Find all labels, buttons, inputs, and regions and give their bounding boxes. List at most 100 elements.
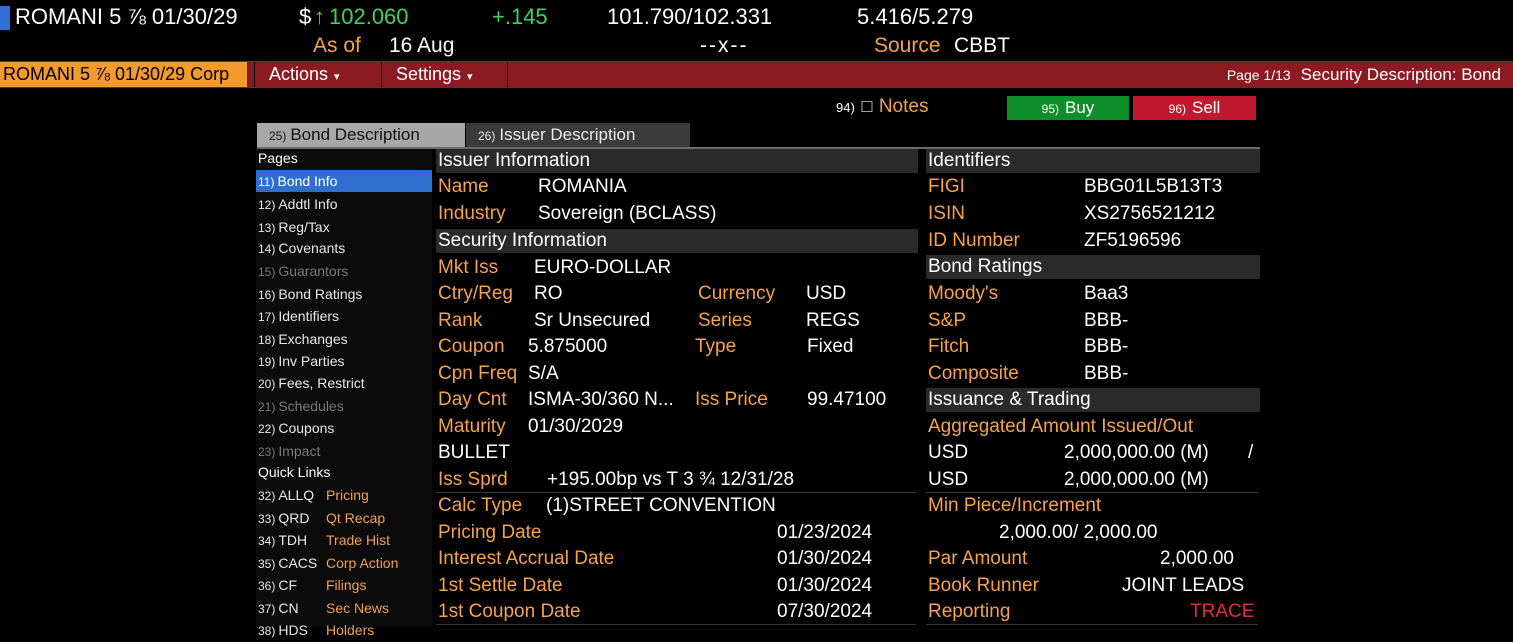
quick-link-cacs[interactable]: 35) CACS Corp Action: [256, 552, 434, 574]
interest-accrual-label: Interest Accrual Date: [438, 548, 615, 569]
sidebar-item-schedules[interactable]: 21) Schedules: [256, 395, 432, 417]
buy-button[interactable]: 95) Buy: [1007, 96, 1129, 120]
cpn-freq-value: S/A: [528, 363, 559, 384]
quick-link-cn[interactable]: 37) CN Sec News: [256, 597, 434, 619]
outstanding-currency: USD: [928, 469, 969, 490]
tab-issuer-description[interactable]: 26) Issuer Description: [466, 123, 690, 147]
sp-label[interactable]: S&P: [928, 309, 966, 333]
composite-value: BBB-: [1084, 363, 1129, 384]
sidebar-item-reg-tax[interactable]: 13) Reg/Tax: [256, 216, 432, 238]
id-number-label: ID Number: [928, 230, 1020, 251]
sidebar: Pages 11) Bond Info 12) Addtl Info 13) Reg/…: [256, 149, 434, 638]
item-label: Bond Info: [277, 173, 338, 189]
issued-currency: USD: [928, 442, 969, 463]
link-label: Qt Recap: [326, 510, 386, 526]
issuance-trading-header: Issuance & Trading: [926, 388, 1260, 412]
rank-value: Sr Unsecured: [534, 310, 651, 331]
item-num: 11): [258, 175, 275, 189]
link-code: CACS: [278, 555, 318, 571]
sidebar-item-guarantors[interactable]: 15) Guarantors: [256, 260, 432, 282]
currency-label: Currency: [698, 283, 776, 304]
security-info-header: Security Information: [436, 229, 918, 253]
security-input[interactable]: ROMANI 5 ⅞ 01/30/29 Corp: [0, 62, 247, 87]
sidebar-item-coupons[interactable]: 22) Coupons: [256, 417, 432, 439]
link-num: 38): [258, 624, 276, 638]
fitch-value: BBB-: [1084, 336, 1129, 357]
up-arrow-icon: ↑: [314, 4, 325, 29]
item-label: Schedules: [278, 398, 344, 414]
isin-label: ISIN: [928, 203, 965, 224]
link-num: 34): [258, 534, 276, 548]
day-cnt-label: Day Cnt: [438, 389, 507, 410]
page-title: Security Description: Bond: [1300, 65, 1501, 84]
item-label: Addtl Info: [278, 196, 338, 212]
name-label: Name: [438, 176, 489, 197]
sidebar-item-bond-ratings[interactable]: 16) Bond Ratings: [256, 283, 432, 305]
sell-button[interactable]: 96) Sell: [1133, 96, 1256, 120]
min-piece-label: Min Piece/Increment: [928, 495, 1102, 516]
notes-button[interactable]: 94) ☐ Notes: [836, 96, 928, 118]
caret-down-icon: ▾: [334, 71, 340, 83]
iss-sprd-label[interactable]: Iss Sprd: [438, 468, 508, 492]
quick-link-hds[interactable]: 38) HDS Holders: [256, 619, 434, 641]
quick-link-cf[interactable]: 36) CF Filings: [256, 574, 434, 596]
link-code: ALLQ: [278, 487, 315, 503]
sidebar-item-exchanges[interactable]: 18) Exchanges: [256, 328, 432, 350]
fitch-label[interactable]: Fitch: [928, 335, 969, 359]
maturity-value: 01/30/2029: [528, 416, 624, 437]
divider: [436, 624, 916, 625]
par-amount-label: Par Amount: [928, 548, 1028, 569]
iss-price-value: 99.47100: [807, 389, 887, 410]
cpn-freq-label: Cpn Freq: [438, 363, 518, 384]
quote-size: --x--: [700, 34, 749, 57]
settings-label: Settings: [396, 64, 462, 84]
sidebar-item-fees-restrict[interactable]: 20) Fees, Restrict: [256, 372, 432, 394]
item-label: Identifiers: [278, 308, 340, 324]
sidebar-item-addtl-info[interactable]: 12) Addtl Info: [256, 193, 432, 215]
link-num: 33): [258, 512, 276, 526]
iss-price-label: Iss Price: [695, 389, 768, 410]
sidebar-item-identifiers[interactable]: 17) Identifiers: [256, 305, 432, 327]
actions-menu[interactable]: Actions ▾: [254, 62, 379, 87]
outstanding-amount: 2,000,000.00 (M): [1064, 469, 1209, 490]
item-num: 22): [258, 422, 276, 436]
reporting-value[interactable]: TRACE: [1190, 600, 1254, 624]
series-value: REGS: [806, 310, 860, 331]
page-number: Page 1/13: [1226, 67, 1291, 83]
quick-link-allq[interactable]: 32) ALLQ Pricing: [256, 484, 434, 506]
item-num: 20): [258, 377, 276, 391]
industry-label: Industry: [438, 203, 506, 224]
sidebar-item-inv-parties[interactable]: 19) Inv Parties: [256, 350, 432, 372]
buy-label: Buy: [1065, 98, 1095, 117]
price-change: +.145: [492, 4, 548, 29]
rank-label: Rank: [438, 310, 483, 331]
par-amount-value: 2,000.00: [1160, 548, 1234, 569]
item-num: 17): [258, 310, 276, 324]
source-value: CBBT: [954, 34, 1011, 57]
min-piece-value: 2,000.00/ 2,000.00: [999, 522, 1158, 543]
link-num: 37): [258, 602, 276, 616]
sidebar-item-bond-info[interactable]: 11) Bond Info: [256, 170, 432, 192]
iss-sprd-value: +195.00bp vs T 3 ¾ 12/31/28: [547, 469, 795, 490]
settings-menu[interactable]: Settings ▾: [381, 62, 508, 87]
link-label: Pricing: [326, 487, 369, 503]
interest-accrual-value: 01/30/2024: [777, 548, 873, 569]
sell-num: 96): [1168, 102, 1186, 116]
sidebar-item-impact[interactable]: 23) Impact: [256, 440, 432, 462]
quick-link-qrd[interactable]: 33) QRD Qt Recap: [256, 507, 434, 529]
last-price: 102.060: [329, 4, 409, 29]
quote-ticker[interactable]: ROMANI 5 ⅞ 01/30/29: [15, 4, 238, 30]
first-settle-label: 1st Settle Date: [438, 575, 563, 596]
notes-num: 94): [836, 100, 855, 115]
moodys-label[interactable]: Moody's: [928, 282, 998, 306]
sidebar-item-covenants[interactable]: 14) Covenants: [256, 237, 432, 259]
book-runner-value: JOINT LEADS: [1122, 575, 1245, 596]
moodys-value: Baa3: [1084, 283, 1129, 304]
series-label: Series: [698, 310, 752, 331]
quick-link-tdh[interactable]: 34) TDH Trade Hist: [256, 529, 434, 551]
tab-bond-description[interactable]: 25) Bond Description: [257, 123, 465, 147]
type-label: Type: [695, 336, 737, 357]
link-label: Corp Action: [326, 555, 399, 571]
composite-label[interactable]: Composite: [928, 362, 1019, 386]
item-label: Inv Parties: [278, 353, 345, 369]
